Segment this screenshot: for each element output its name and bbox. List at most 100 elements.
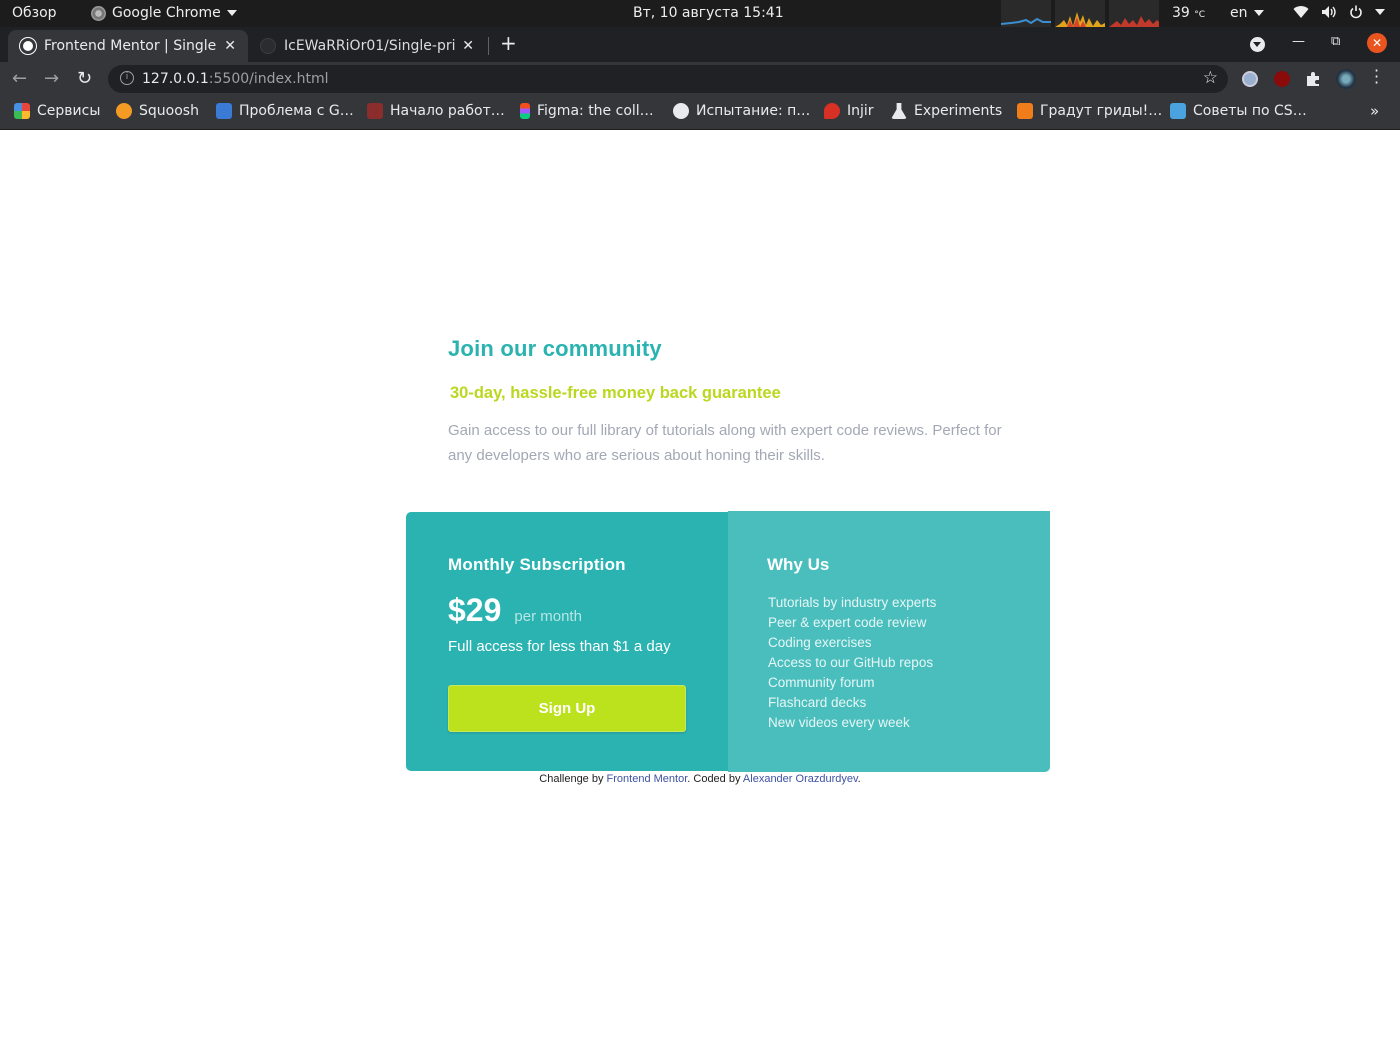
memory-graph-icon [1109, 0, 1159, 27]
volume-icon [1322, 6, 1336, 18]
price-amount: $29 [448, 592, 502, 628]
list-item: Flashcard decks [768, 695, 867, 710]
bookmark-item[interactable]: Сервисы [14, 103, 100, 119]
list-item: Coding exercises [768, 635, 872, 650]
figma-icon [520, 103, 530, 119]
bookmark-item[interactable]: Squoosh [116, 103, 199, 119]
temperature-value: 39 [1172, 5, 1190, 21]
chevron-down-icon [226, 10, 237, 16]
bookmark-item[interactable]: Начало работ… [367, 103, 505, 119]
attribution: Challenge by Frontend Mentor. Coded by A… [0, 773, 1400, 785]
list-item: Peer & expert code review [768, 615, 927, 630]
bookmark-label: Injir [847, 103, 874, 119]
bookmark-item[interactable]: Figma: the coll… [520, 103, 654, 119]
subscription-title: Monthly Subscription [448, 555, 626, 574]
attribution-middle: . Coded by [687, 773, 743, 785]
back-arrow-icon[interactable]: ← [12, 68, 27, 89]
bookmark-label: Experiments [914, 103, 1003, 119]
css-tips-icon [1170, 103, 1186, 119]
bookmark-item[interactable]: Проблема с G… [216, 103, 354, 119]
chrome-icon [91, 5, 106, 21]
bookmark-item[interactable]: Injir [824, 103, 874, 119]
tab-title: Frontend Mentor | Single [44, 38, 216, 54]
tab-frontend-mentor[interactable]: Frontend Mentor | Single ✕ [8, 30, 248, 62]
tab-strip: Frontend Mentor | Single ✕ IcEWaRRiOr01/… [0, 27, 1400, 62]
list-item: Tutorials by industry experts [768, 595, 937, 610]
activities-button[interactable]: Обзор [12, 5, 57, 21]
globe-icon [673, 103, 689, 119]
bookmark-label: Squoosh [139, 103, 199, 119]
close-icon[interactable]: ✕ [224, 38, 236, 54]
author-link[interactable]: Alexander Orazdurdyev [743, 773, 858, 785]
chevron-down-icon [1375, 9, 1385, 15]
avatar[interactable] [1336, 69, 1356, 89]
bookmark-item[interactable]: Советы по CS… [1170, 103, 1307, 119]
new-tab-button[interactable]: + [500, 31, 517, 55]
more-bookmarks-icon[interactable]: » [1370, 102, 1379, 120]
bookmark-label: Сервисы [37, 103, 101, 119]
cpu-graph-icon [1055, 0, 1105, 27]
sign-up-button[interactable]: Sign Up [448, 685, 686, 732]
why-us-list: Tutorials by industry experts Peer & exp… [768, 593, 936, 733]
terminal-icon [367, 103, 383, 119]
temperature-unit: °C [1194, 10, 1206, 20]
guarantee-subtitle: 30-day, hassle-free money back guarantee [450, 384, 781, 402]
url-text[interactable]: 127.0.0.1:5500/index.html [142, 71, 329, 87]
attribution-suffix: . [857, 773, 861, 785]
address-bar[interactable]: i 127.0.0.1:5500/index.html ☆ [108, 65, 1228, 93]
list-item: New videos every week [768, 715, 910, 730]
description-text: Gain access to our full library of tutor… [448, 422, 1002, 464]
bookmark-label: Проблема с G… [239, 103, 354, 119]
bookmark-label: Советы по CS… [1193, 103, 1307, 119]
window-close-button[interactable]: ✕ [1367, 33, 1387, 53]
close-icon[interactable]: ✕ [462, 38, 474, 54]
forward-arrow-icon[interactable]: → [44, 68, 59, 89]
temperature-indicator[interactable]: 39 °C [1172, 5, 1205, 21]
list-item: Access to our GitHub repos [768, 655, 934, 670]
wifi-icon [1293, 6, 1309, 19]
browser-toolbar: ← → ↻ i 127.0.0.1:5500/index.html ☆ · · · [0, 62, 1400, 96]
flask-icon [891, 103, 907, 119]
reload-icon[interactable]: ↻ [77, 68, 92, 89]
network-graph-icon [1001, 0, 1051, 27]
chevron-down-icon [1253, 10, 1264, 16]
page-favicon-icon [20, 38, 36, 54]
squoosh-icon [116, 103, 132, 119]
web-page: Join our community 30-day, hassle-free m… [0, 131, 1400, 1050]
tab-search-icon[interactable] [1250, 37, 1265, 52]
bookmark-item[interactable]: Градут гриды!… [1017, 103, 1162, 119]
app-menu[interactable]: Google Chrome [91, 5, 237, 21]
clock[interactable]: Вт, 10 августа 15:41 [633, 5, 784, 21]
dots-icon [1017, 103, 1033, 119]
why-us-card: Why Us Tutorials by industry experts Pee… [728, 511, 1050, 772]
price-period: per month [514, 608, 582, 625]
system-menu[interactable] [1293, 5, 1385, 19]
subscription-card: Monthly Subscription $29 per month Full … [406, 512, 728, 771]
price-block: $29 per month [448, 592, 582, 629]
page-title: Join our community [448, 336, 662, 361]
why-us-title: Why Us [767, 555, 830, 574]
apps-grid-icon [14, 103, 30, 119]
system-monitor[interactable] [1001, 0, 1159, 27]
keyboard-layout[interactable]: en [1230, 5, 1264, 21]
intro-section: Join our community 30-day, hassle-free m… [448, 336, 1008, 468]
stackoverflow-icon [216, 103, 232, 119]
bookmark-star-icon[interactable]: ☆ [1203, 68, 1218, 88]
list-item: Community forum [768, 675, 875, 690]
site-info-icon[interactable]: i [120, 71, 134, 85]
frontend-mentor-link[interactable]: Frontend Mentor [607, 773, 688, 785]
ublock-icon[interactable] [1274, 71, 1290, 87]
app-name: Google Chrome [112, 5, 221, 21]
extension-icon[interactable] [1242, 71, 1258, 87]
more-menu-icon[interactable]: · · · [1374, 63, 1379, 91]
tab-github[interactable]: IcEWaRRiOr01/Single-pric ✕ [248, 30, 486, 62]
language-label: en [1230, 5, 1248, 21]
maximize-icon[interactable]: ⧉ [1331, 34, 1340, 49]
puzzle-extensions-icon[interactable] [1305, 71, 1321, 87]
attribution-prefix: Challenge by [539, 773, 607, 785]
bookmark-item[interactable]: Испытание: п… [673, 103, 810, 119]
minimize-icon[interactable]: — [1292, 34, 1305, 49]
bookmark-label: Градут гриды!… [1040, 103, 1163, 119]
url-path: :5500/index.html [208, 71, 329, 87]
bookmark-item[interactable]: Experiments [891, 103, 1002, 119]
